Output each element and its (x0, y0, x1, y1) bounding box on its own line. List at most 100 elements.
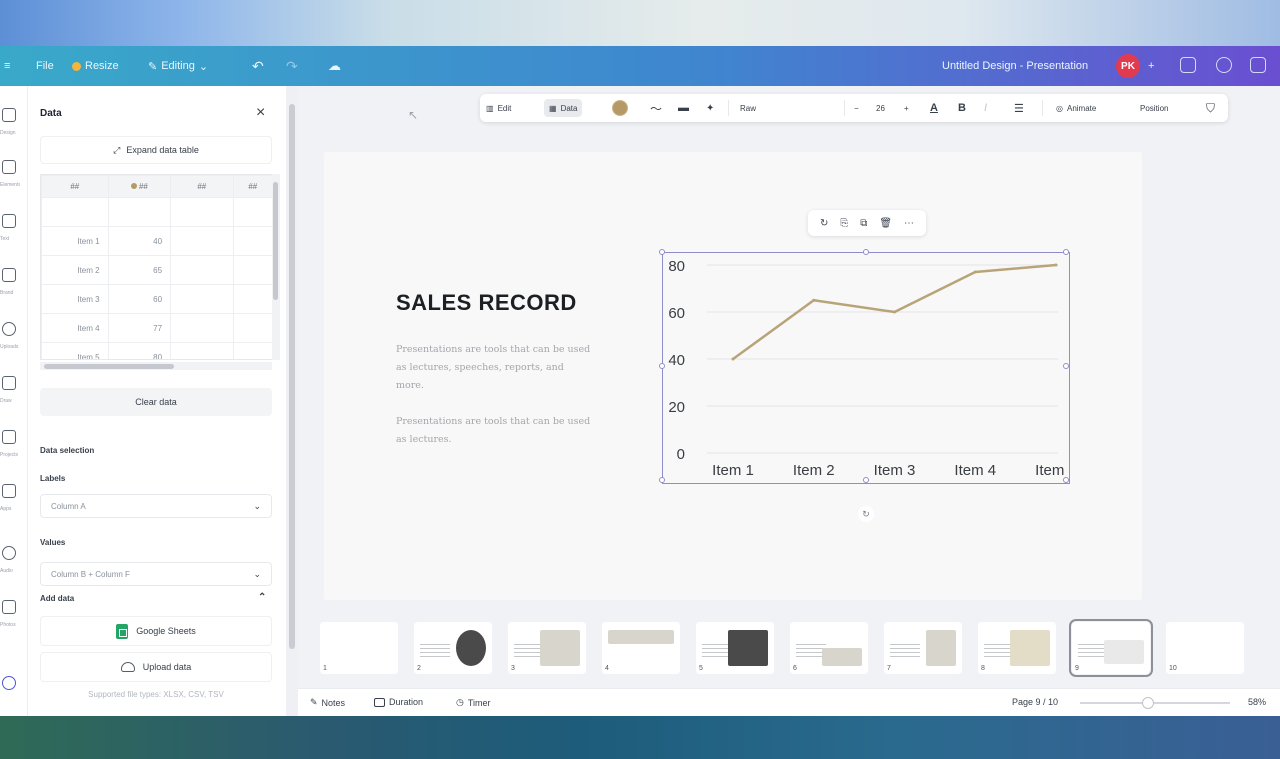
table-cell[interactable]: 40 (107, 226, 172, 256)
resize-handle[interactable] (1063, 477, 1069, 483)
table-cell[interactable] (170, 284, 234, 314)
table-header-cell[interactable]: ## (107, 175, 172, 198)
document-title[interactable]: Untitled Design - Presentation (942, 59, 1088, 73)
undo-icon[interactable]: ↶ (252, 58, 264, 74)
table-cell[interactable]: 65 (107, 255, 172, 285)
table-cell[interactable]: 60 (107, 284, 172, 314)
page-thumbnail[interactable]: 5 (696, 622, 774, 674)
slide-paragraph[interactable]: Presentations are tools that can be used… (396, 341, 592, 395)
resize-handle[interactable] (659, 249, 665, 255)
magic-icon[interactable] (2, 676, 16, 690)
projects-icon[interactable] (2, 430, 16, 444)
chart-selection-box[interactable]: 0 20 40 60 80 Item 1 Item 2 Item 3 Item 4 Item 5 (659, 249, 1077, 484)
resize-handle[interactable] (863, 477, 869, 483)
resize-handle[interactable] (863, 249, 869, 255)
table-cell[interactable] (170, 342, 234, 359)
resize-handle[interactable] (1063, 249, 1069, 255)
table-cell[interactable]: 77 (107, 313, 172, 343)
duplicate-icon[interactable]: ⧉ (860, 218, 867, 229)
page-thumbnail[interactable]: 4 (602, 622, 680, 674)
table-vertical-scrollbar[interactable] (272, 174, 280, 360)
redo-icon[interactable]: ↷ (286, 58, 298, 74)
draw-icon[interactable] (2, 376, 16, 390)
page-thumbnail[interactable]: 6 (790, 622, 868, 674)
table-cell[interactable]: Item 5 (41, 342, 109, 359)
table-header-cell[interactable]: ## (41, 175, 109, 198)
photos-icon[interactable] (2, 600, 16, 614)
page-thumbnail[interactable]: 10 (1166, 622, 1244, 674)
uploads-icon[interactable] (2, 322, 16, 336)
brand-icon[interactable] (2, 268, 16, 282)
paint-roller-icon[interactable]: ⛉ (1206, 101, 1215, 115)
analytics-icon[interactable] (1180, 57, 1196, 73)
table-header-cell[interactable]: ## (232, 175, 273, 198)
page-thumbnail[interactable]: 2 (414, 622, 492, 674)
table-cell[interactable] (170, 255, 234, 285)
marker-icon[interactable]: ✦ (706, 102, 714, 114)
position-button[interactable]: Position (1140, 102, 1168, 114)
table-horizontal-scrollbar[interactable] (40, 362, 272, 370)
decrease-font-icon[interactable]: − (854, 102, 859, 114)
font-size-input[interactable]: 26 (876, 102, 885, 114)
table-cell[interactable]: 80 (107, 342, 172, 359)
page-thumbnail[interactable]: 1 (320, 622, 398, 674)
chevron-up-icon[interactable]: ⌃ (258, 592, 266, 603)
zoom-level[interactable]: 58% (1248, 697, 1266, 707)
zoom-slider[interactable] (1080, 702, 1230, 704)
file-menu[interactable]: File (36, 59, 54, 73)
line-style-icon[interactable]: 〜 (650, 102, 662, 116)
table-cell[interactable]: Item 4 (41, 313, 109, 343)
scroll-thumb[interactable] (289, 104, 295, 649)
text-icon[interactable] (2, 214, 16, 228)
trash-icon[interactable]: 🗑 (879, 218, 892, 229)
cloud-save-icon[interactable]: ☁ (328, 58, 341, 73)
design-icon[interactable] (2, 108, 16, 122)
table-cell[interactable] (232, 197, 273, 227)
bold-icon[interactable]: B (958, 102, 966, 114)
scroll-thumb[interactable] (44, 364, 174, 369)
table-header-cell[interactable]: ## (170, 175, 234, 198)
data-button[interactable]: ▦ Data (544, 99, 583, 117)
zoom-slider-knob[interactable] (1142, 697, 1154, 709)
edit-chart-button[interactable]: ▥ Edit (486, 102, 511, 114)
apps-icon[interactable] (2, 484, 16, 498)
chart-color-swatch[interactable] (612, 100, 628, 116)
labels-select[interactable]: Column A ⌄ (40, 494, 272, 518)
panel-scrollbar[interactable] (286, 86, 298, 716)
present-icon[interactable] (1250, 57, 1266, 73)
google-sheets-button[interactable]: Google Sheets (40, 616, 272, 646)
timer-button[interactable]: ◷ Timer (456, 697, 491, 708)
page-thumbnail[interactable]: 3 (508, 622, 586, 674)
notes-button[interactable]: ✎ Notes (310, 697, 345, 708)
table-cell[interactable]: Item 1 (41, 226, 109, 256)
page-thumbnail-selected[interactable]: 9 (1069, 619, 1153, 677)
values-select[interactable]: Column B + Column F ⌄ (40, 562, 272, 586)
upload-data-button[interactable]: Upload data (40, 652, 272, 682)
table-cell[interactable] (41, 197, 109, 227)
add-collaborator-button[interactable]: + (1148, 59, 1154, 73)
resize-button[interactable]: Resize (72, 59, 119, 73)
comment-icon[interactable] (1216, 57, 1232, 73)
table-cell[interactable] (232, 313, 273, 343)
duration-button[interactable]: Duration (374, 697, 423, 707)
table-cell[interactable] (232, 255, 273, 285)
text-color-icon[interactable]: A (930, 102, 938, 114)
italic-icon[interactable]: I (984, 102, 987, 114)
page-indicator[interactable]: Page 9 / 10 (1012, 697, 1058, 707)
rotate-handle-icon[interactable]: ↻ (858, 506, 874, 522)
table-cell[interactable] (232, 284, 273, 314)
table-cell[interactable] (170, 313, 234, 343)
font-select[interactable]: Raw (740, 102, 756, 114)
clear-data-button[interactable]: Clear data (40, 388, 272, 416)
page-thumbnail[interactable]: 7 (884, 622, 962, 674)
more-icon[interactable]: ⋯ (904, 218, 914, 229)
elements-icon[interactable] (2, 160, 16, 174)
close-icon[interactable]: × (256, 104, 265, 122)
editing-mode-button[interactable]: ✎ Editing ⌄ (148, 59, 208, 73)
resize-handle[interactable] (659, 363, 665, 369)
scroll-thumb[interactable] (273, 182, 278, 300)
table-cell[interactable] (170, 226, 234, 256)
table-cell[interactable]: Item 2 (41, 255, 109, 285)
table-cell[interactable]: Item 3 (41, 284, 109, 314)
slide-title[interactable]: SALES RECORD (396, 290, 577, 316)
